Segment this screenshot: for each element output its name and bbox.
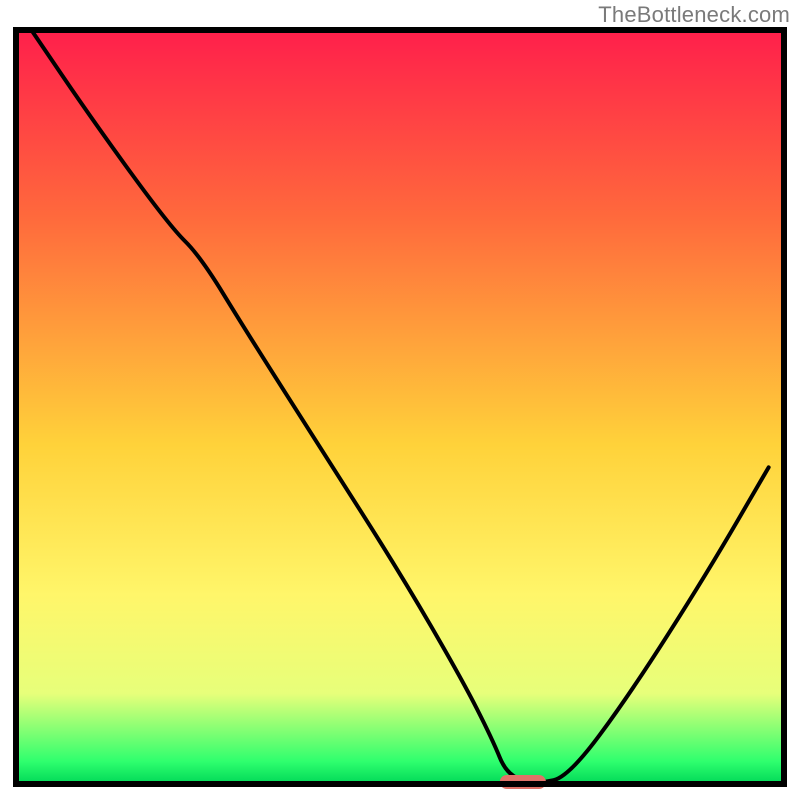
bottleneck-chart: TheBottleneck.com — [0, 0, 800, 800]
gradient-background — [16, 30, 784, 784]
watermark-label: TheBottleneck.com — [598, 2, 790, 28]
plot-area — [16, 30, 784, 789]
chart-svg — [0, 0, 800, 800]
